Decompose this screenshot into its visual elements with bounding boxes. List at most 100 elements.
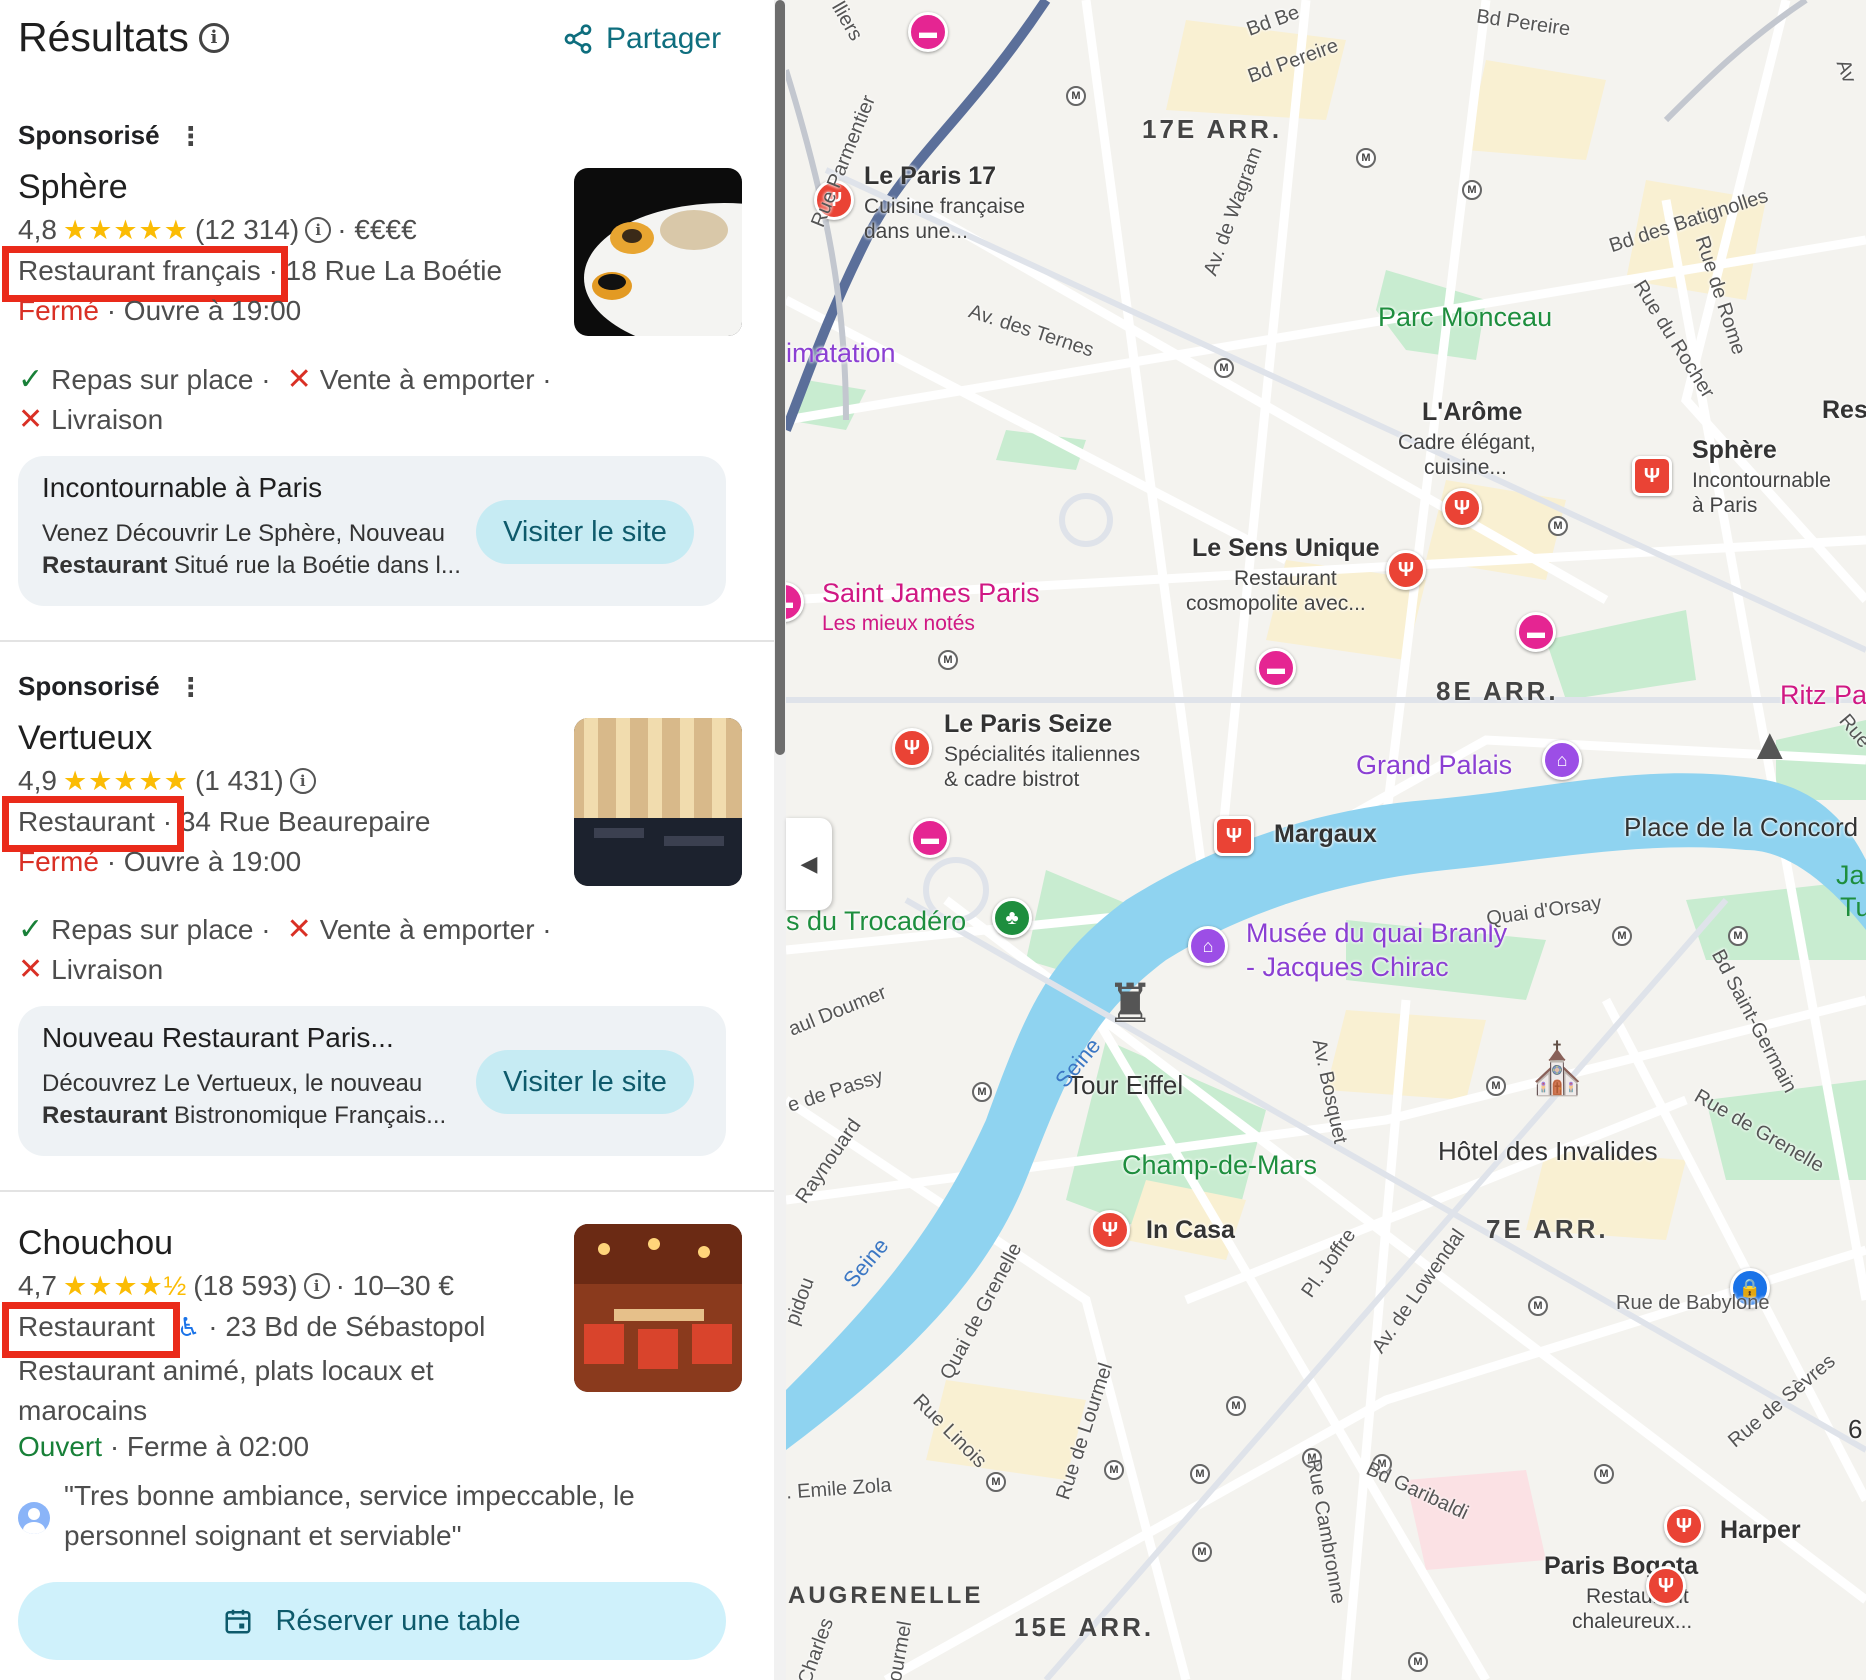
poi-paris-seize[interactable]: Le Paris Seize [944,710,1112,739]
hotel-pin-icon[interactable]: ▬ [908,12,948,52]
place-trocadero[interactable]: s du Trocadéro [786,906,966,937]
restaurant-pin-icon[interactable]: Ψ [1664,1506,1704,1546]
poi-res[interactable]: Res [1822,396,1866,425]
restaurant-pin-icon[interactable]: Ψ [1442,488,1482,528]
poi-sub: chaleureux... [1572,1610,1693,1633]
info-icon[interactable]: i [305,217,332,243]
poi-sphere[interactable]: Sphère [1692,436,1777,465]
more-options-icon[interactable]: ⋮ [178,674,204,700]
restaurant-pin-icon[interactable]: Ψ [1646,1566,1686,1606]
metro-icon[interactable]: M [986,1472,1006,1492]
review-snippet: "Tres bonne ambiance, service impeccable… [18,1476,684,1556]
reserve-table-button[interactable]: Réserver une table [18,1582,726,1660]
metro-icon[interactable]: M [1462,180,1482,200]
restaurant-pin-icon[interactable]: Ψ [1090,1210,1130,1250]
cross-icon: ✕ [286,363,312,396]
metro-icon[interactable]: M [1356,148,1376,168]
park-pin-icon[interactable]: ♣ [992,898,1032,938]
review-text: "Tres bonne ambiance, service impeccable… [64,1480,635,1551]
metro-icon[interactable]: M [1728,926,1748,946]
restaurant-photo[interactable] [574,168,742,336]
museum-pin-icon[interactable]: ⌂ [1188,926,1228,966]
rating-value: 4,8 [18,214,57,245]
district-label: 17E ARR. [1142,114,1283,144]
highlight-box [2,1302,180,1358]
metro-icon[interactable]: M [1192,1542,1212,1562]
poi-margaux[interactable]: Margaux [1274,820,1377,849]
restaurant-photo[interactable] [574,1224,742,1392]
poi-sub: Restaurant [1234,567,1337,590]
address: · 18 Rue La Boétie [268,255,503,286]
collapse-panel-button[interactable]: ◀ [786,818,832,910]
metro-icon[interactable]: M [1486,1076,1506,1096]
description: Restaurant animé, plats locaux et maroca… [18,1355,434,1426]
review-count: (12 314) [194,214,300,245]
hotel-pin-icon[interactable]: ▬ [1256,648,1296,688]
poi-sub: Cuisine française [864,195,1026,218]
status-open: Ouvert [18,1431,103,1462]
opening-time: · Ouvre à 19:00 [106,846,302,877]
rating-value: 4,9 [18,765,57,796]
metro-icon[interactable]: M [1066,86,1086,106]
restaurant-pin-icon[interactable]: Ψ [892,728,932,768]
result-name[interactable]: Chouchou [18,1224,173,1263]
hours-line: Fermé · Ouvre à 19:00 [18,846,301,878]
place-grand-palais[interactable]: Grand Palais [1356,750,1512,781]
place-quai-branly-1[interactable]: Musée du quai Branly [1246,918,1507,949]
poi-in-casa[interactable]: In Casa [1146,1216,1235,1245]
place-ja: Ja [1836,860,1865,890]
metro-icon[interactable]: M [972,1082,992,1102]
place-ritz[interactable]: Ritz Pa [1780,680,1866,711]
restaurant-pin-icon[interactable]: Ψ [1386,550,1426,590]
place-champ-de-mars[interactable]: Champ-de-Mars [1122,1150,1317,1181]
map[interactable]: 17E ARR. 8E ARR. 7E ARR. 15E ARR. Parc M… [786,0,1866,1680]
place-tu: Tu [1840,892,1866,922]
metro-icon[interactable]: M [1548,516,1568,536]
rating-row: 4,8 ★★★★★ (12 314) i · €€€€ [18,214,417,246]
poi-harper[interactable]: Harper [1720,1516,1801,1545]
result-name[interactable]: Sphère [18,168,128,207]
scrollbar-thumb[interactable] [775,0,785,755]
sponsored-label: Sponsorisé ⋮ [18,120,204,151]
metro-icon[interactable]: M [1104,1460,1124,1480]
metro-icon[interactable]: M [1190,1464,1210,1484]
eiffel-tower-icon: ♜ [1106,974,1155,1034]
highlight-box [2,796,184,852]
hotel-pin-icon[interactable]: ▬ [910,818,950,858]
metro-icon[interactable]: M [1408,1652,1428,1672]
metro-icon[interactable]: M [1528,1296,1548,1316]
restaurant-photo[interactable] [574,718,742,886]
place-invalides[interactable]: Hôtel des Invalides [1438,1136,1658,1167]
more-options-icon[interactable]: ⋮ [178,123,204,149]
share-button[interactable]: Partager [562,22,721,56]
poi-sub: Incontournable [1692,469,1831,492]
visit-site-button[interactable]: Visiter le site [476,500,694,564]
info-icon[interactable]: i [289,768,316,794]
ad-box: Incontournable à Paris Venez Découvrir L… [18,456,726,606]
poi-le-paris-17[interactable]: Le Paris 17 [864,162,996,191]
place-saint-james[interactable]: Saint James Paris [822,578,1040,609]
metro-icon[interactable]: M [938,650,958,670]
restaurant-pin-icon[interactable]: Ψ [1632,456,1672,496]
service-dine-in: Repas sur place · [51,363,271,395]
poi-larome[interactable]: L'Arôme [1422,398,1522,427]
result-name[interactable]: Vertueux [18,719,152,758]
metro-icon[interactable]: M [1226,1396,1246,1416]
rating-row: 4,7 ★★★★½ (18 593) i · 10–30 € [18,1270,454,1302]
hotel-pin-icon[interactable]: ▬ [1516,612,1556,652]
restaurant-pin-icon[interactable]: Ψ [1214,816,1254,856]
museum-pin-icon[interactable]: ⌂ [1542,740,1582,780]
place-parc-monceau[interactable]: Parc Monceau [1378,302,1552,333]
dish-image [584,203,742,336]
info-icon[interactable]: i [198,22,229,53]
place-concorde[interactable]: Place de la Concord [1624,812,1858,843]
visit-site-button[interactable]: Visiter le site [476,1050,694,1114]
status-closed: Fermé [18,295,99,326]
metro-icon[interactable]: M [1594,1464,1614,1484]
poi-sub: & cadre bistrot [944,768,1080,791]
place-imatation[interactable]: imatation [786,338,896,369]
metro-icon[interactable]: M [1612,926,1632,946]
poi-sens-unique[interactable]: Le Sens Unique [1192,534,1380,563]
metro-icon[interactable]: M [1214,358,1234,378]
info-icon[interactable]: i [303,1273,330,1299]
